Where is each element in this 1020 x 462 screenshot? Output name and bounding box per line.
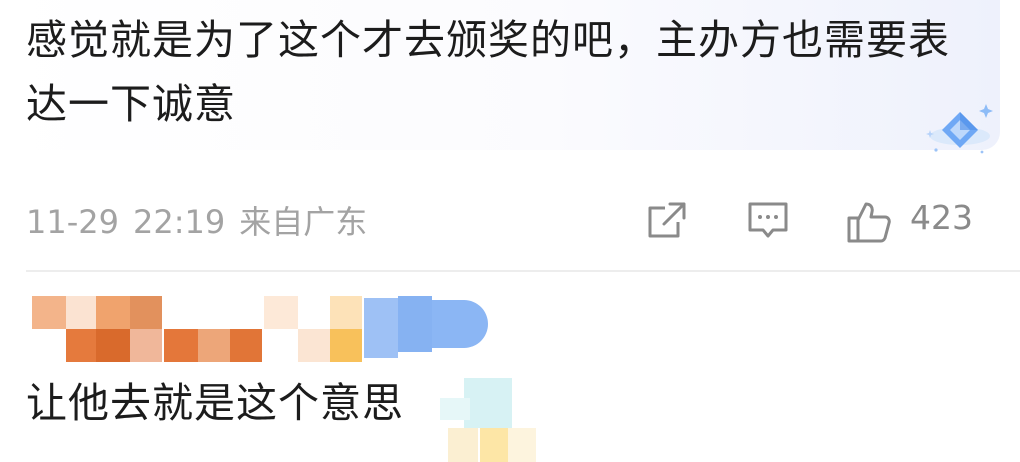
comment-location: 来自广东	[239, 203, 368, 241]
thumbs-up-icon	[847, 202, 891, 243]
like-button[interactable]	[846, 200, 892, 248]
reply-button[interactable]	[746, 200, 790, 246]
blurred-sticker	[440, 378, 540, 462]
share-button[interactable]	[646, 200, 688, 246]
diamond-badge-icon	[922, 100, 996, 160]
reply-text: 让他去就是这个意思	[26, 379, 404, 427]
comment-icon	[748, 202, 788, 238]
share-icon	[648, 202, 686, 238]
comment-time: 22:19	[132, 203, 226, 241]
comment-date: 11-29	[26, 203, 119, 241]
comment-bubble: 感觉就是为了这个才去颁奖的吧，主办方也需要表达一下诚意	[0, 0, 1000, 154]
comment-meta: 11-29 22:19 来自广东	[26, 197, 381, 243]
like-count: 423	[910, 198, 973, 237]
divider	[26, 270, 1020, 272]
blurred-username	[30, 296, 490, 366]
comment-text: 感觉就是为了这个才去颁奖的吧，主办方也需要表达一下诚意	[26, 16, 950, 128]
